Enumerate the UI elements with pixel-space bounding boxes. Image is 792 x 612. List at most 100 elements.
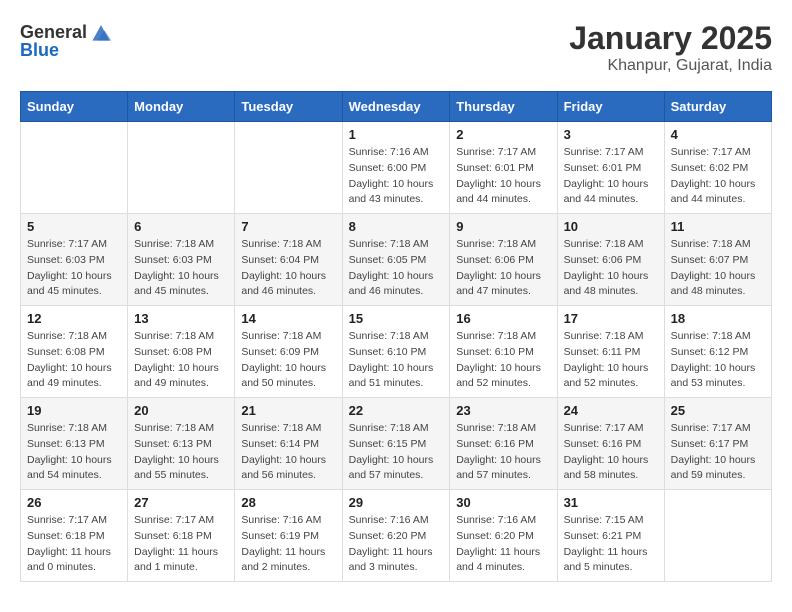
- calendar-cell: 3 Sunrise: 7:17 AMSunset: 6:01 PMDaylight…: [557, 122, 664, 214]
- calendar-header-thursday: Thursday: [450, 92, 557, 122]
- day-number: 12: [27, 311, 121, 326]
- calendar-cell: 14Sunrise: 7:18 AMSunset: 6:09 PMDayligh…: [235, 306, 342, 398]
- calendar-cell: 18 Sunrise: 7:18 AMSunset: 6:12 PMDayligh…: [664, 306, 771, 398]
- day-info: Sunrise: 7:18 AMSunset: 6:11 PMDaylight:…: [564, 329, 658, 392]
- day-number: 27: [134, 495, 228, 510]
- day-number: 30: [456, 495, 550, 510]
- day-info: Sunrise: 7:18 AMSunset: 6:10 PMDaylight:…: [349, 329, 444, 392]
- calendar-cell: 26 Sunrise: 7:17 AMSunset: 6:18 PMDayligh…: [21, 490, 128, 582]
- logo-blue: Blue: [20, 40, 59, 61]
- day-number: 9: [456, 219, 550, 234]
- calendar-cell: 12 Sunrise: 7:18 AMSunset: 6:08 PMDayligh…: [21, 306, 128, 398]
- calendar-cell: 13 Sunrise: 7:18 AMSunset: 6:08 PMDayligh…: [128, 306, 235, 398]
- calendar-cell: 5 Sunrise: 7:17 AMSunset: 6:03 PMDaylight…: [21, 214, 128, 306]
- day-number: 23: [456, 403, 550, 418]
- page-header: General Blue January 2025 Khanpur, Gujar…: [20, 20, 772, 75]
- logo: General Blue: [20, 20, 113, 61]
- day-number: 25: [671, 403, 765, 418]
- day-number: 7: [241, 219, 335, 234]
- day-info: Sunrise: 7:18 AMSunset: 6:13 PMDaylight:…: [134, 421, 228, 484]
- day-number: 21: [241, 403, 335, 418]
- day-info: Sunrise: 7:17 AMSunset: 6:17 PMDaylight:…: [671, 421, 765, 484]
- day-info: Sunrise: 7:16 AMSunset: 6:20 PMDaylight:…: [456, 513, 550, 576]
- calendar-cell: 24Sunrise: 7:17 AMSunset: 6:16 PMDayligh…: [557, 398, 664, 490]
- logo-icon: [89, 20, 113, 44]
- day-info: Sunrise: 7:18 AMSunset: 6:08 PMDaylight:…: [27, 329, 121, 392]
- calendar-cell: 21 Sunrise: 7:18 AMSunset: 6:14 PMDayligh…: [235, 398, 342, 490]
- calendar-header-wednesday: Wednesday: [342, 92, 450, 122]
- calendar-header-monday: Monday: [128, 92, 235, 122]
- day-info: Sunrise: 7:17 AMSunset: 6:16 PMDaylight:…: [564, 421, 658, 484]
- day-number: 16: [456, 311, 550, 326]
- day-info: Sunrise: 7:18 AMSunset: 6:15 PMDaylight:…: [349, 421, 444, 484]
- day-info: Sunrise: 7:18 AMSunset: 6:14 PMDaylight:…: [241, 421, 335, 484]
- day-info: Sunrise: 7:16 AMSunset: 6:19 PMDaylight:…: [241, 513, 335, 576]
- month-title: January 2025: [569, 20, 772, 57]
- day-info: Sunrise: 7:18 AMSunset: 6:13 PMDaylight:…: [27, 421, 121, 484]
- calendar-cell: [235, 122, 342, 214]
- day-number: 13: [134, 311, 228, 326]
- calendar-cell: 20 Sunrise: 7:18 AMSunset: 6:13 PMDayligh…: [128, 398, 235, 490]
- calendar-cell: 8Sunrise: 7:18 AMSunset: 6:05 PMDaylight…: [342, 214, 450, 306]
- calendar-cell: 22 Sunrise: 7:18 AMSunset: 6:15 PMDayligh…: [342, 398, 450, 490]
- day-number: 28: [241, 495, 335, 510]
- calendar-week-5: 26 Sunrise: 7:17 AMSunset: 6:18 PMDayligh…: [21, 490, 772, 582]
- calendar-cell: 28 Sunrise: 7:16 AMSunset: 6:19 PMDayligh…: [235, 490, 342, 582]
- day-number: 29: [349, 495, 444, 510]
- calendar-cell: 17Sunrise: 7:18 AMSunset: 6:11 PMDayligh…: [557, 306, 664, 398]
- day-info: Sunrise: 7:18 AMSunset: 6:05 PMDaylight:…: [349, 237, 444, 300]
- calendar-cell: 4Sunrise: 7:17 AMSunset: 6:02 PMDaylight…: [664, 122, 771, 214]
- day-number: 22: [349, 403, 444, 418]
- calendar-week-4: 19 Sunrise: 7:18 AMSunset: 6:13 PMDayligh…: [21, 398, 772, 490]
- calendar-header-row: SundayMondayTuesdayWednesdayThursdayFrid…: [21, 92, 772, 122]
- calendar-header-tuesday: Tuesday: [235, 92, 342, 122]
- calendar-cell: 1Sunrise: 7:16 AMSunset: 6:00 PMDaylight…: [342, 122, 450, 214]
- day-number: 15: [349, 311, 444, 326]
- day-number: 6: [134, 219, 228, 234]
- calendar-week-1: 1Sunrise: 7:16 AMSunset: 6:00 PMDaylight…: [21, 122, 772, 214]
- calendar-cell: 29 Sunrise: 7:16 AMSunset: 6:20 PMDayligh…: [342, 490, 450, 582]
- day-number: 26: [27, 495, 121, 510]
- day-info: Sunrise: 7:18 AMSunset: 6:16 PMDaylight:…: [456, 421, 550, 484]
- day-number: 2: [456, 127, 550, 142]
- day-number: 5: [27, 219, 121, 234]
- calendar-header-friday: Friday: [557, 92, 664, 122]
- day-info: Sunrise: 7:17 AMSunset: 6:03 PMDaylight:…: [27, 237, 121, 300]
- day-number: 19: [27, 403, 121, 418]
- calendar-cell: 11Sunrise: 7:18 AMSunset: 6:07 PMDayligh…: [664, 214, 771, 306]
- day-info: Sunrise: 7:18 AMSunset: 6:06 PMDaylight:…: [564, 237, 658, 300]
- calendar-cell: [128, 122, 235, 214]
- calendar-cell: [664, 490, 771, 582]
- day-number: 10: [564, 219, 658, 234]
- day-info: Sunrise: 7:18 AMSunset: 6:07 PMDaylight:…: [671, 237, 765, 300]
- day-info: Sunrise: 7:17 AMSunset: 6:02 PMDaylight:…: [671, 145, 765, 208]
- calendar-header-sunday: Sunday: [21, 92, 128, 122]
- calendar-cell: 25 Sunrise: 7:17 AMSunset: 6:17 PMDayligh…: [664, 398, 771, 490]
- calendar-cell: 9 Sunrise: 7:18 AMSunset: 6:06 PMDaylight…: [450, 214, 557, 306]
- day-number: 3: [564, 127, 658, 142]
- calendar-table: SundayMondayTuesdayWednesdayThursdayFrid…: [20, 91, 772, 582]
- calendar-cell: [21, 122, 128, 214]
- calendar-cell: 2Sunrise: 7:17 AMSunset: 6:01 PMDaylight…: [450, 122, 557, 214]
- day-info: Sunrise: 7:17 AMSunset: 6:01 PMDaylight:…: [564, 145, 658, 208]
- day-info: Sunrise: 7:18 AMSunset: 6:06 PMDaylight:…: [456, 237, 550, 300]
- day-info: Sunrise: 7:17 AMSunset: 6:18 PMDaylight:…: [27, 513, 121, 576]
- calendar-cell: 27 Sunrise: 7:17 AMSunset: 6:18 PMDayligh…: [128, 490, 235, 582]
- day-info: Sunrise: 7:18 AMSunset: 6:10 PMDaylight:…: [456, 329, 550, 392]
- calendar-cell: 6 Sunrise: 7:18 AMSunset: 6:03 PMDaylight…: [128, 214, 235, 306]
- day-info: Sunrise: 7:18 AMSunset: 6:03 PMDaylight:…: [134, 237, 228, 300]
- calendar-cell: 23 Sunrise: 7:18 AMSunset: 6:16 PMDayligh…: [450, 398, 557, 490]
- title-block: January 2025 Khanpur, Gujarat, India: [569, 20, 772, 75]
- day-info: Sunrise: 7:17 AMSunset: 6:18 PMDaylight:…: [134, 513, 228, 576]
- day-number: 20: [134, 403, 228, 418]
- calendar-cell: 15 Sunrise: 7:18 AMSunset: 6:10 PMDayligh…: [342, 306, 450, 398]
- day-info: Sunrise: 7:18 AMSunset: 6:12 PMDaylight:…: [671, 329, 765, 392]
- day-info: Sunrise: 7:18 AMSunset: 6:09 PMDaylight:…: [241, 329, 335, 392]
- day-number: 18: [671, 311, 765, 326]
- day-info: Sunrise: 7:18 AMSunset: 6:04 PMDaylight:…: [241, 237, 335, 300]
- day-info: Sunrise: 7:18 AMSunset: 6:08 PMDaylight:…: [134, 329, 228, 392]
- day-info: Sunrise: 7:16 AMSunset: 6:20 PMDaylight:…: [349, 513, 444, 576]
- calendar-week-3: 12 Sunrise: 7:18 AMSunset: 6:08 PMDayligh…: [21, 306, 772, 398]
- calendar-cell: 30 Sunrise: 7:16 AMSunset: 6:20 PMDayligh…: [450, 490, 557, 582]
- calendar-header-saturday: Saturday: [664, 92, 771, 122]
